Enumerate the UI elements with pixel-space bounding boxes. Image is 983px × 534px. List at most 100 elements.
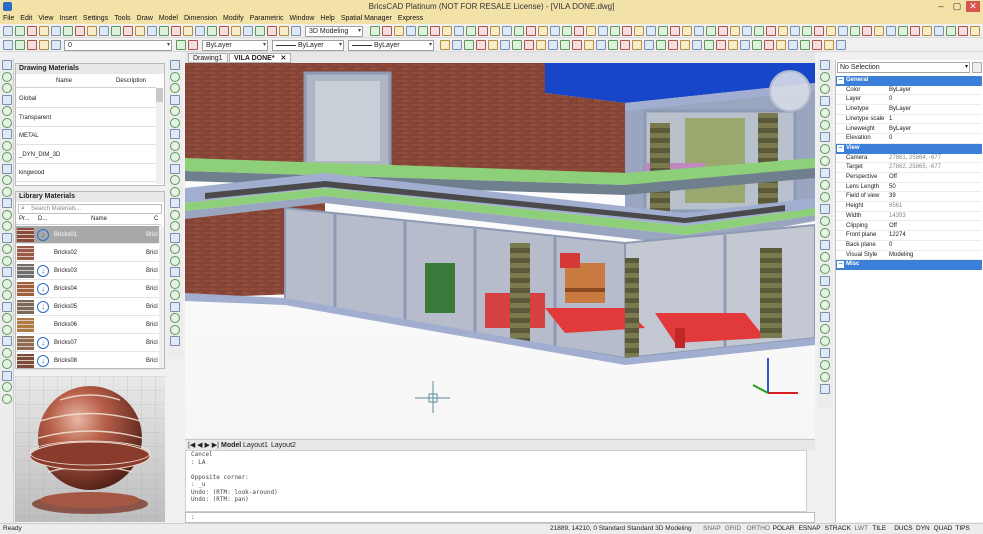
- tool-icon[interactable]: [170, 198, 180, 208]
- drawing-materials-scrollbar[interactable]: [156, 88, 163, 184]
- toolbar-button-icon[interactable]: [267, 26, 277, 36]
- toolbar-button-icon[interactable]: [622, 26, 632, 36]
- toolbar-button-icon[interactable]: [836, 40, 846, 50]
- toolbar-button-icon[interactable]: [87, 26, 97, 36]
- toolbar-button-icon[interactable]: [478, 26, 488, 36]
- toolbar-button-icon[interactable]: [764, 40, 774, 50]
- menu-draw[interactable]: Draw: [134, 13, 156, 24]
- toolbar-button-icon[interactable]: [596, 40, 606, 50]
- tool-icon[interactable]: [820, 300, 830, 310]
- toolbar-button-icon[interactable]: [754, 26, 764, 36]
- toolbar-button-icon[interactable]: [500, 40, 510, 50]
- toolbar-button-icon[interactable]: [279, 26, 289, 36]
- toolbar-button-icon[interactable]: [620, 40, 630, 50]
- tool-icon[interactable]: [820, 60, 830, 70]
- tool-icon[interactable]: [2, 313, 12, 323]
- toolbar-button-icon[interactable]: [598, 26, 608, 36]
- toolbar-button-icon[interactable]: [644, 40, 654, 50]
- status-toggle-tips[interactable]: TIPS: [955, 524, 969, 534]
- tool-icon[interactable]: [2, 94, 12, 105]
- toolbar-button-icon[interactable]: [147, 26, 157, 36]
- tool-icon[interactable]: [820, 192, 830, 202]
- toolbar-button-icon[interactable]: [680, 40, 690, 50]
- list-item[interactable]: METAL: [16, 127, 156, 145]
- toolbar-button-icon[interactable]: [63, 26, 73, 36]
- maximize-icon[interactable]: ▢: [950, 1, 964, 12]
- toolbar-button-icon[interactable]: [454, 26, 464, 36]
- workspace-combo[interactable]: 3D Modeling ▾: [305, 26, 363, 37]
- tool-icon[interactable]: [170, 186, 180, 197]
- toolbar-button-icon[interactable]: [706, 26, 716, 36]
- toolbar-button-icon[interactable]: [694, 26, 704, 36]
- table-row[interactable]: ↓ Bricks08 Bricl: [16, 352, 161, 370]
- column-header-download[interactable]: D...: [38, 216, 47, 222]
- toolbar-button-icon[interactable]: [15, 40, 25, 50]
- tool-icon[interactable]: [2, 117, 12, 128]
- toolbar-button-icon[interactable]: [39, 40, 49, 50]
- download-icon[interactable]: ↓: [37, 301, 49, 313]
- tool-icon[interactable]: [2, 232, 12, 243]
- toolbar-button-icon[interactable]: [886, 26, 896, 36]
- toolbar-button-icon[interactable]: [512, 40, 522, 50]
- tool-icon[interactable]: [2, 83, 12, 93]
- tool-icon[interactable]: [2, 60, 12, 70]
- toolbar-button-icon[interactable]: [51, 40, 61, 50]
- tab-layout1[interactable]: Layout1: [243, 441, 268, 450]
- tool-icon[interactable]: [170, 117, 180, 128]
- toolbar-button-icon[interactable]: [550, 26, 560, 36]
- download-icon[interactable]: ↓: [37, 229, 49, 241]
- toolbar-button-icon[interactable]: [562, 26, 572, 36]
- toolbar-button-icon[interactable]: [586, 26, 596, 36]
- tool-icon[interactable]: [2, 393, 12, 404]
- menu-parametric[interactable]: Parametric: [247, 13, 287, 24]
- menu-view[interactable]: View: [35, 13, 56, 24]
- tab-layout2[interactable]: Layout2: [271, 441, 296, 450]
- property-row[interactable]: Clipping Off: [836, 222, 982, 232]
- tool-icon[interactable]: [2, 255, 12, 266]
- toolbar-button-icon[interactable]: [526, 26, 536, 36]
- toolbar-button-icon[interactable]: [656, 40, 666, 50]
- table-row[interactable]: ↓ Bricks05 Bricl: [16, 298, 161, 316]
- toolbar-button-icon[interactable]: [524, 40, 534, 50]
- tool-icon[interactable]: [170, 152, 180, 162]
- toolbar-button-icon[interactable]: [668, 40, 678, 50]
- tool-icon[interactable]: [820, 276, 830, 286]
- toolbar-button-icon[interactable]: [440, 40, 450, 50]
- status-toggle-snap[interactable]: SNAP: [703, 524, 721, 534]
- table-row[interactable]: ↓ Bricks04 Bricl: [16, 280, 161, 298]
- quick-select-icon[interactable]: [972, 62, 982, 73]
- toolbar-button-icon[interactable]: [231, 26, 241, 36]
- tool-icon[interactable]: [170, 94, 180, 105]
- tool-icon[interactable]: [2, 336, 12, 346]
- toolbar-button-icon[interactable]: [536, 40, 546, 50]
- toolbar-button-icon[interactable]: [188, 40, 198, 50]
- property-section-general[interactable]: − General: [836, 76, 982, 86]
- tool-icon[interactable]: [820, 240, 830, 250]
- tool-icon[interactable]: [820, 144, 830, 154]
- tool-icon[interactable]: [2, 106, 12, 116]
- tool-icon[interactable]: [170, 209, 180, 220]
- property-row[interactable]: Layer 0: [836, 95, 982, 106]
- toolbar-button-icon[interactable]: [704, 40, 714, 50]
- toolbar-button-icon[interactable]: [159, 26, 169, 36]
- tab-drawing1[interactable]: Drawing1: [188, 53, 228, 63]
- property-value[interactable]: ByLayer: [889, 105, 911, 114]
- command-scrollbar[interactable]: [807, 450, 815, 512]
- menu-file[interactable]: File: [0, 13, 17, 24]
- toolbar-button-icon[interactable]: [838, 26, 848, 36]
- property-row[interactable]: Back plane 0: [836, 241, 982, 251]
- tool-icon[interactable]: [2, 186, 12, 197]
- list-item[interactable]: kingwood: [16, 164, 156, 182]
- tool-icon[interactable]: [820, 336, 830, 346]
- toolbar-button-icon[interactable]: [183, 26, 193, 36]
- status-toggle-tile[interactable]: TILE: [872, 524, 886, 534]
- menu-model[interactable]: Model: [156, 13, 181, 24]
- property-row[interactable]: Lens Length 50: [836, 183, 982, 193]
- tool-icon[interactable]: [2, 163, 12, 174]
- toolbar-button-icon[interactable]: [934, 26, 944, 36]
- toolbar-button-icon[interactable]: [560, 40, 570, 50]
- tool-icon[interactable]: [2, 209, 12, 220]
- toolbar-button-icon[interactable]: [670, 26, 680, 36]
- toolbar-button-icon[interactable]: [850, 26, 860, 36]
- column-header-name[interactable]: Name: [91, 216, 107, 222]
